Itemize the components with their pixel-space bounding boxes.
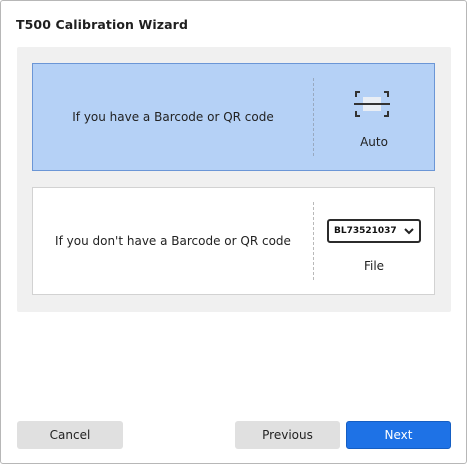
no-barcode-option-text: If you don't have a Barcode or QR code bbox=[55, 234, 291, 248]
no-barcode-option-card[interactable]: If you don't have a Barcode or QR code B… bbox=[32, 187, 435, 295]
auto-label: Auto bbox=[360, 135, 388, 149]
previous-button[interactable]: Previous bbox=[235, 421, 340, 449]
calibration-file-select[interactable]: BL73521037 bbox=[327, 219, 421, 243]
cancel-button[interactable]: Cancel bbox=[17, 421, 123, 449]
wizard-window: T500 Calibration Wizard If you have a Ba… bbox=[0, 0, 467, 464]
barcode-option-text: If you have a Barcode or QR code bbox=[72, 110, 274, 124]
calibration-file-value: BL73521037 bbox=[334, 226, 397, 236]
file-zone: BL73521037 File bbox=[314, 188, 434, 294]
window-title: T500 Calibration Wizard bbox=[16, 17, 188, 32]
file-label: File bbox=[363, 259, 385, 273]
chevron-down-icon bbox=[404, 228, 414, 235]
barcode-option-card[interactable]: If you have a Barcode or QR code Auto bbox=[32, 63, 435, 171]
options-panel: If you have a Barcode or QR code Auto If… bbox=[17, 47, 451, 312]
next-button[interactable]: Next bbox=[346, 421, 451, 449]
auto-zone: Auto bbox=[314, 64, 434, 170]
barcode-scan-icon bbox=[354, 91, 390, 117]
